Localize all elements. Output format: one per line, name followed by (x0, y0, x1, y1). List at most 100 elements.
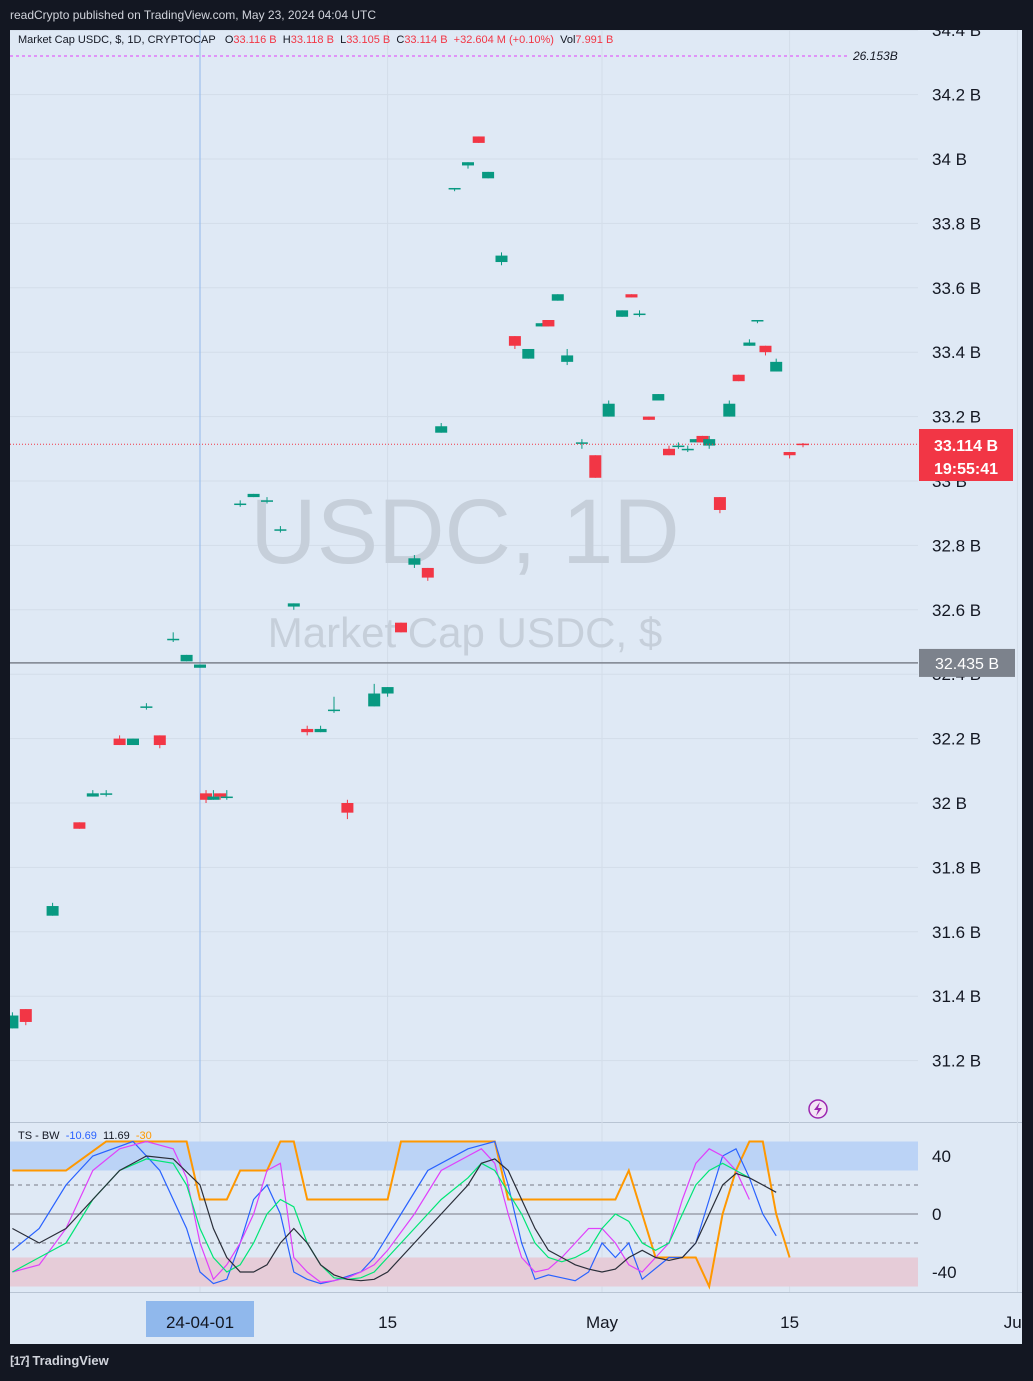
candle-body[interactable] (140, 706, 153, 708)
price-tick-label: 32.8 B (932, 536, 981, 555)
candle-body[interactable] (462, 162, 474, 166)
price-tick-label: 34.2 B (932, 86, 981, 105)
candle-body[interactable] (100, 793, 113, 795)
candle-body[interactable] (732, 374, 745, 382)
candle-body[interactable] (616, 310, 629, 317)
price-tick-label: 34.4 B (932, 30, 981, 40)
candle-body[interactable] (207, 796, 220, 800)
candle-body[interactable] (328, 709, 340, 712)
tradingview-logo-icon: ⁅17⁆ (10, 1354, 30, 1368)
legend-low: 33.105 B (346, 34, 391, 46)
candle-body[interactable] (421, 567, 434, 578)
candle-body[interactable] (561, 355, 574, 362)
indicator-tick-label: 40 (932, 1147, 951, 1166)
candle-body[interactable] (743, 342, 756, 346)
price-tick-label: 32.6 B (932, 601, 981, 620)
candle-body[interactable] (408, 558, 421, 565)
candle-body[interactable] (395, 622, 407, 633)
candle-body[interactable] (73, 822, 86, 829)
chart-panel[interactable]: USDC, 1D Market Cap USDC, $ 26.153B 31.2… (10, 30, 1022, 1344)
candle-body[interactable] (287, 603, 300, 607)
candle-body[interactable] (522, 348, 535, 359)
candle-body[interactable] (783, 452, 796, 456)
candle-body[interactable] (751, 320, 764, 322)
candle-body[interactable] (633, 313, 646, 316)
candle-body[interactable] (368, 693, 381, 707)
price-tick-label: 33.2 B (932, 408, 981, 427)
oversold-band (10, 1257, 918, 1287)
candle-body[interactable] (472, 136, 485, 143)
hline-price-value: 32.435 B (935, 656, 999, 673)
time-axis[interactable]: 24-04-01 15 May 15 Jun (146, 1301, 1022, 1337)
candle-body[interactable] (575, 442, 588, 444)
candle-body[interactable] (642, 416, 655, 420)
candle-body[interactable] (19, 1009, 32, 1022)
time-tick-label: May (586, 1313, 619, 1332)
indicator-value-2: 11.69 (103, 1130, 130, 1142)
footer-brand-text: TradingView (32, 1353, 109, 1368)
candle-body[interactable] (770, 361, 783, 372)
candle-body[interactable] (247, 493, 260, 498)
candle-body[interactable] (723, 403, 736, 417)
candle-body[interactable] (551, 294, 564, 301)
indicator-value-1: -10.69 (65, 1130, 97, 1142)
candle-body[interactable] (602, 403, 615, 417)
candle-body[interactable] (261, 500, 273, 502)
candle-body[interactable] (508, 336, 521, 346)
candle-body[interactable] (234, 503, 247, 506)
price-tick-label: 32 B (932, 794, 967, 813)
candle-body[interactable] (167, 638, 180, 641)
candle-body[interactable] (759, 345, 772, 353)
candle-body[interactable] (180, 654, 193, 662)
lightning-icon[interactable] (808, 1099, 828, 1119)
legend-high-label: H (282, 34, 291, 46)
candle-body[interactable] (127, 738, 139, 746)
candle-body[interactable] (672, 445, 685, 448)
candle-body[interactable] (10, 1015, 19, 1029)
chart-svg[interactable]: USDC, 1D Market Cap USDC, $ 26.153B 31.2… (10, 30, 1022, 1344)
candle-body[interactable] (448, 187, 461, 190)
candle-body[interactable] (113, 738, 126, 746)
price-tick-label: 31.8 B (932, 858, 981, 877)
candle-body[interactable] (274, 529, 287, 531)
last-price-label: 33.114 B 19:55:41 (919, 429, 1013, 481)
candle-body[interactable] (589, 455, 602, 478)
indicator-bands (10, 1141, 918, 1287)
price-tick-label: 33.4 B (932, 343, 981, 362)
candle-body[interactable] (663, 448, 675, 456)
footer-brand: ⁅17⁆ TradingView (10, 1353, 109, 1368)
candle-body[interactable] (341, 803, 354, 813)
indicator-name: TS - BW (18, 1130, 60, 1142)
candle-body[interactable] (482, 171, 495, 179)
price-tick-label: 31.2 B (932, 1052, 981, 1071)
candle-body[interactable] (153, 735, 166, 746)
time-tick-label: 15 (780, 1313, 799, 1332)
candle-body[interactable] (625, 294, 638, 298)
candle-body[interactable] (652, 394, 665, 401)
time-tick-label: 15 (378, 1313, 397, 1332)
candle-body[interactable] (681, 448, 694, 451)
candle-body[interactable] (46, 906, 59, 916)
indicator-value-3: -30 (135, 1130, 152, 1142)
legend-volume-label: Vol (560, 34, 576, 46)
publisher-bar: readCrypto published on TradingView.com,… (0, 0, 1033, 30)
candle-body[interactable] (220, 796, 233, 799)
candle-body[interactable] (542, 320, 555, 327)
price-tick-label: 31.4 B (932, 987, 981, 1006)
candle-body[interactable] (713, 497, 726, 510)
candle-body[interactable] (194, 664, 206, 668)
last-price-value: 33.114 B (934, 438, 998, 455)
candle-body[interactable] (214, 793, 227, 797)
watermark-name: Market Cap USDC, $ (268, 609, 662, 656)
legend-close: 33.114 B (404, 34, 448, 46)
candle-body[interactable] (314, 728, 327, 733)
candle-body[interactable] (495, 255, 508, 263)
price-tick-label: 33.6 B (932, 279, 981, 298)
candle-body[interactable] (381, 687, 394, 694)
countdown-timer: 19:55:41 (934, 461, 998, 478)
candle-body[interactable] (435, 426, 448, 433)
price-tick-label: 32.2 B (932, 730, 981, 749)
candle-body[interactable] (301, 728, 314, 733)
candle-body[interactable] (86, 793, 99, 797)
candle-body[interactable] (797, 443, 809, 446)
